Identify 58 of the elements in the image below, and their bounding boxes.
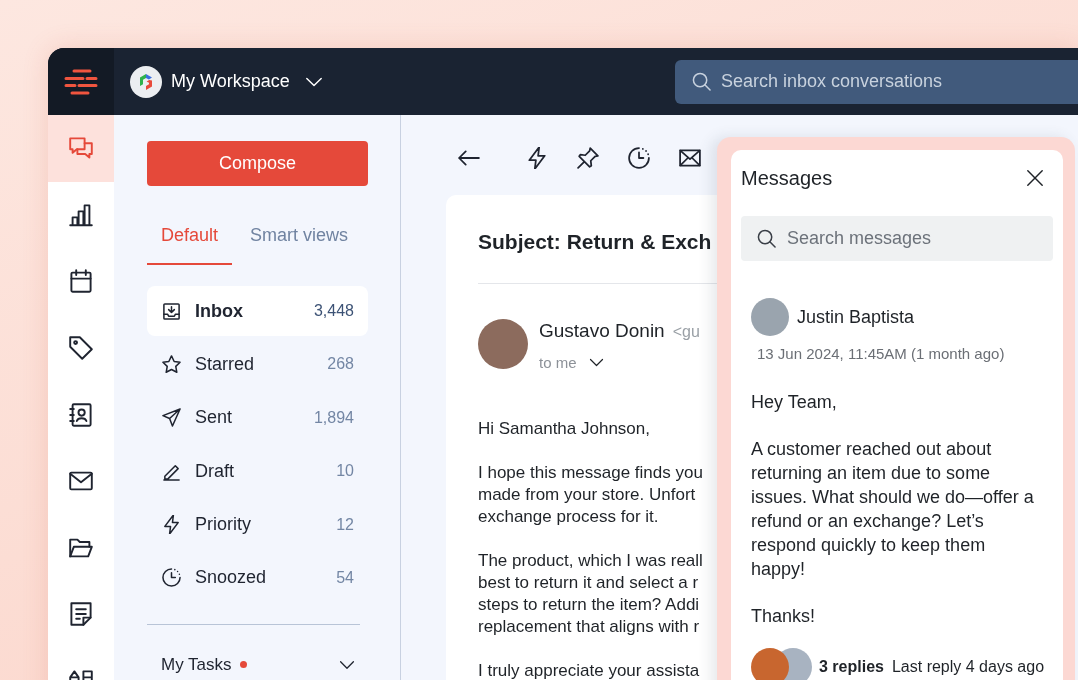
author-name: Justin Baptista xyxy=(797,306,915,328)
search-icon xyxy=(692,72,711,91)
chat-icon xyxy=(69,136,93,161)
folder-item[interactable]: Starred 268 xyxy=(147,339,368,390)
section-header[interactable]: My Tasks xyxy=(147,652,368,677)
pin-icon[interactable] xyxy=(577,147,599,169)
sender-name: Gustavo Donin xyxy=(539,319,665,343)
clock-icon xyxy=(162,568,181,588)
message-paragraph: Hey Team, xyxy=(751,391,838,414)
message-paragraph: Thanks! xyxy=(751,605,817,628)
logo-icon[interactable] xyxy=(64,68,98,95)
sender-address: <gu xyxy=(672,322,700,342)
search-field[interactable]: Search inbox conversations xyxy=(675,59,1078,104)
folder-item[interactable]: Snoozed 54 xyxy=(147,552,368,603)
folder-count: 10 xyxy=(336,462,354,481)
calendar-icon xyxy=(69,269,93,294)
lightning-icon xyxy=(162,515,181,535)
avatar xyxy=(751,648,789,680)
tab[interactable]: Default xyxy=(147,214,233,265)
tag-icon xyxy=(69,336,93,361)
search-icon xyxy=(757,229,776,248)
avatar xyxy=(751,298,789,336)
folder-item[interactable]: Sent 1,894 xyxy=(147,392,368,443)
paper-plane-icon xyxy=(162,408,181,428)
inbox-tray-icon xyxy=(162,301,181,321)
panel-title: Messages xyxy=(741,166,833,190)
email-paragraph: The product, which I was reall best to return it and select a r steps to return the item? Addi replacement that aligns with r xyxy=(478,550,704,638)
tab[interactable]: Smart views xyxy=(236,214,363,265)
message-paragraph: A customer reached out about returning an item due to some issues. What should we do—offer a refund or an exchange? Let’s respond quickly to keep them happy! xyxy=(751,438,1035,581)
compose-button[interactable]: Compose xyxy=(147,141,368,186)
email-paragraph: Hi Samantha Johnson, xyxy=(478,418,651,440)
folder-count: 268 xyxy=(327,355,354,374)
last-reply-time: Last reply 4 days ago xyxy=(891,658,1045,676)
search-field[interactable]: Search messages xyxy=(741,216,1053,261)
recipient-text: to me xyxy=(539,353,577,371)
star-icon xyxy=(162,354,181,374)
avatar xyxy=(478,319,528,369)
workspace-switcher[interactable]: My Workspace xyxy=(130,65,323,98)
email-subject: Subject: Return & Exch xyxy=(478,229,713,255)
folder-count: 1,894 xyxy=(313,408,354,427)
folder-count: 3,448 xyxy=(313,302,354,320)
email-paragraph: I hope this message finds you made from your store. Unfort exchange process for it. xyxy=(478,462,704,528)
folder-count: 54 xyxy=(336,568,354,587)
bar-chart-icon xyxy=(69,202,93,227)
reply-count[interactable]: 3 replies xyxy=(819,658,884,676)
close-icon[interactable] xyxy=(1026,169,1044,187)
workspace-logo-icon xyxy=(130,65,162,98)
folder-count: 12 xyxy=(336,515,354,534)
envelope-icon[interactable] xyxy=(679,147,701,169)
lightning-icon[interactable] xyxy=(526,147,548,169)
timestamp: 13 Jun 2024, 11:45AM (1 month ago) xyxy=(757,345,1006,363)
folder-item[interactable]: Priority 12 xyxy=(147,499,368,550)
document-icon xyxy=(69,602,93,627)
email-paragraph: I truly appreciate your assista xyxy=(478,660,701,680)
contact-book-icon xyxy=(69,402,93,427)
folder-item[interactable]: Inbox 3,448 xyxy=(147,286,368,336)
folder-item[interactable]: Draft 10 xyxy=(147,446,368,497)
clock-icon[interactable] xyxy=(628,147,650,169)
